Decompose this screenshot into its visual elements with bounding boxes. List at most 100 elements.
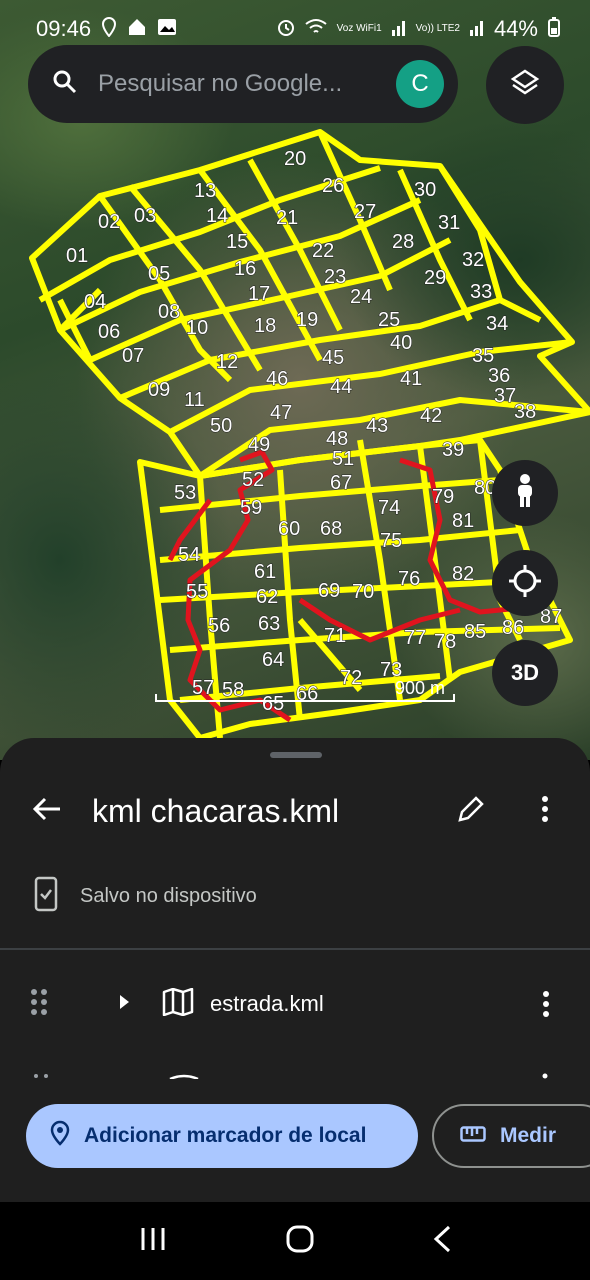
plot-label: 19 xyxy=(296,309,318,331)
more-options-button[interactable] xyxy=(520,786,570,836)
arrow-back-icon xyxy=(32,796,62,827)
plot-label: 38 xyxy=(514,401,536,423)
plot-label: 71 xyxy=(324,625,346,647)
plot-label: 52 xyxy=(242,469,264,491)
plot-label: 67 xyxy=(330,472,352,494)
network-label-2: Vo)) LTE2 xyxy=(415,23,460,34)
plot-label: 20 xyxy=(284,148,306,170)
plot-label: 61 xyxy=(254,561,276,583)
map-scale: 900 m xyxy=(155,678,455,708)
plot-label: 82 xyxy=(452,563,474,585)
plot-label: 79 xyxy=(432,486,454,508)
layer-item-partial xyxy=(0,1066,590,1081)
ruler-icon xyxy=(460,1124,486,1148)
plot-label: 50 xyxy=(210,415,232,437)
add-place-marker-label: Adicionar marcador de local xyxy=(84,1124,367,1147)
plot-label: 27 xyxy=(354,201,376,223)
search-bar[interactable]: Pesquisar no Google... C xyxy=(28,45,458,123)
measure-label: Medir xyxy=(500,1124,557,1147)
layer-more-button[interactable] xyxy=(526,990,566,1018)
plot-label: 06 xyxy=(98,321,120,343)
search-icon xyxy=(52,69,78,100)
plot-label: 01 xyxy=(66,245,88,267)
plot-label: 11 xyxy=(184,389,205,411)
signal-icon-2 xyxy=(469,18,484,41)
back-nav-button[interactable] xyxy=(433,1225,451,1258)
plot-label: 39 xyxy=(442,439,464,461)
layers-button[interactable] xyxy=(486,46,564,124)
recents-button[interactable] xyxy=(139,1226,167,1257)
edit-button[interactable] xyxy=(446,786,496,836)
more-vert-icon xyxy=(541,795,549,828)
plot-label: 03 xyxy=(134,205,156,227)
sheet-title: kml chacaras.kml xyxy=(92,792,340,829)
chevron-right-icon[interactable] xyxy=(118,994,132,1015)
plot-label: 10 xyxy=(186,317,208,339)
search-placeholder: Pesquisar no Google... xyxy=(98,70,343,97)
map-view[interactable]: 01 02 03 04 05 06 07 08 09 10 11 12 13 14 15 16 17 18 19 20… xyxy=(0,0,590,760)
plot-label: 56 xyxy=(208,615,230,637)
plot-label: 53 xyxy=(174,482,196,504)
plot-label: 78 xyxy=(434,631,456,653)
location-pin-icon xyxy=(50,1120,70,1152)
plot-label: 44 xyxy=(330,376,352,398)
network-label-1: Voz WiFi1 xyxy=(336,23,382,34)
plot-label: 41 xyxy=(400,368,422,390)
drag-handle-icon[interactable] xyxy=(30,988,52,1021)
signal-icon xyxy=(391,18,406,41)
plot-label: 55 xyxy=(186,581,208,603)
plot-label: 29 xyxy=(424,267,446,289)
street-view-button[interactable] xyxy=(492,460,558,526)
back-button[interactable] xyxy=(22,786,72,836)
plot-label: 05 xyxy=(148,263,170,285)
add-place-marker-button[interactable]: Adicionar marcador de local xyxy=(26,1104,418,1168)
plot-label: 02 xyxy=(98,211,120,233)
measure-button[interactable]: Medir xyxy=(432,1104,590,1168)
sheet-drag-handle[interactable] xyxy=(270,752,322,758)
plot-label: 18 xyxy=(254,315,276,337)
my-location-button[interactable] xyxy=(492,550,558,616)
system-nav-bar xyxy=(0,1202,590,1280)
layers-icon xyxy=(510,68,540,103)
plot-label: 26 xyxy=(322,175,344,197)
plot-label: 86 xyxy=(502,617,524,639)
plot-label: 34 xyxy=(486,313,508,335)
plot-label: 47 xyxy=(270,402,292,424)
map-icon xyxy=(162,987,194,1021)
wifi-icon xyxy=(305,18,327,41)
plot-label: 43 xyxy=(366,415,388,437)
pegman-icon xyxy=(514,473,536,513)
3d-button[interactable]: 3D xyxy=(492,640,558,706)
plot-label: 69 xyxy=(318,580,340,602)
plot-label: 70 xyxy=(352,581,374,603)
plot-label: 37 xyxy=(494,385,516,407)
plot-label: 31 xyxy=(438,212,460,234)
plot-label: 49 xyxy=(248,434,270,456)
plot-label: 24 xyxy=(350,286,372,308)
avatar[interactable]: C xyxy=(396,60,444,108)
phone-check-icon xyxy=(34,876,60,917)
plot-label: 51 xyxy=(332,448,354,470)
status-time: 09:46 xyxy=(36,16,92,41)
divider xyxy=(0,948,590,950)
home-button[interactable] xyxy=(286,1225,314,1258)
plot-label: 14 xyxy=(206,205,228,227)
plot-label: 13 xyxy=(194,180,216,202)
location-icon xyxy=(101,16,117,42)
alarm-icon xyxy=(277,17,295,42)
plot-label: 30 xyxy=(414,179,436,201)
plot-label: 77 xyxy=(404,627,426,649)
plot-label: 46 xyxy=(266,368,288,390)
plot-label: 32 xyxy=(462,249,484,271)
plot-label: 23 xyxy=(324,266,346,288)
plot-label: 09 xyxy=(148,379,170,401)
layer-item[interactable]: estrada.kml xyxy=(0,974,590,1034)
plot-label: 74 xyxy=(378,497,400,519)
plot-label: 17 xyxy=(248,283,270,305)
plot-label: 35 xyxy=(472,345,494,367)
plot-label: 42 xyxy=(420,405,442,427)
plot-label: 16 xyxy=(234,258,256,280)
plot-label: 48 xyxy=(326,428,348,450)
scale-label: 900 m xyxy=(394,678,445,698)
plot-label: 45 xyxy=(322,347,344,369)
